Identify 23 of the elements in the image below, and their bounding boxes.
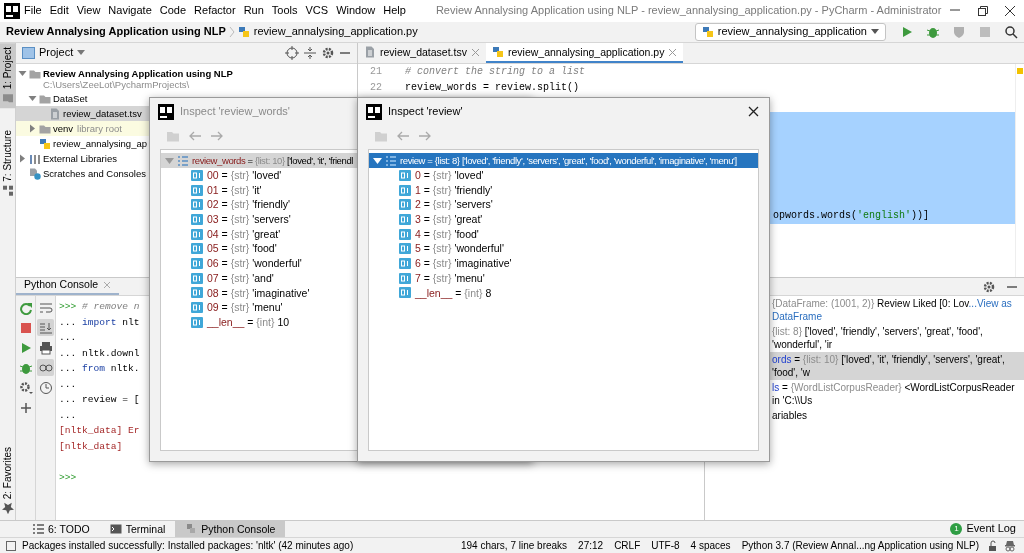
console-line: ... — [59, 378, 77, 390]
console-line: [nltk_data] Er — [59, 425, 140, 436]
console-line: ... from nltk. — [59, 363, 140, 374]
window-title: Review Annalysing Application using NLP - review_annalysing_application.py - PyCharm - Administrator — [435, 4, 942, 18]
line-number: 21 — [369, 65, 383, 79]
code-line: opwords.words('english'))] — [773, 210, 930, 221]
dialog-title: Inspect 'review' — [388, 104, 463, 119]
dialog-title: Inspect 'review_words' — [180, 104, 290, 119]
console-line: ... nltk.downl — [59, 347, 140, 359]
line-number: 22 — [369, 81, 383, 95]
console-line: ... import nlt — [59, 316, 140, 328]
console-line: ... — [59, 409, 77, 421]
console-line: [nltk_data] — [59, 440, 123, 452]
path-hint: library root — [77, 122, 122, 135]
path-hint: C:\Users\ZeeLot\PycharmProjects\ — [43, 79, 190, 91]
console-line: >>> # remove n — [59, 301, 140, 312]
console-line: >>> — [59, 472, 77, 483]
notification-badge: 1 — [950, 523, 963, 535]
status-message: Packages installed successfully: Installed packages: 'nltk' (42 minutes ago) — [22, 539, 354, 552]
console-line: ... — [59, 332, 77, 343]
code-line: review_words = review.split() — [405, 82, 580, 93]
code-line: # convert the string to a list — [405, 66, 586, 77]
console-line: ... review = [ — [59, 394, 140, 405]
